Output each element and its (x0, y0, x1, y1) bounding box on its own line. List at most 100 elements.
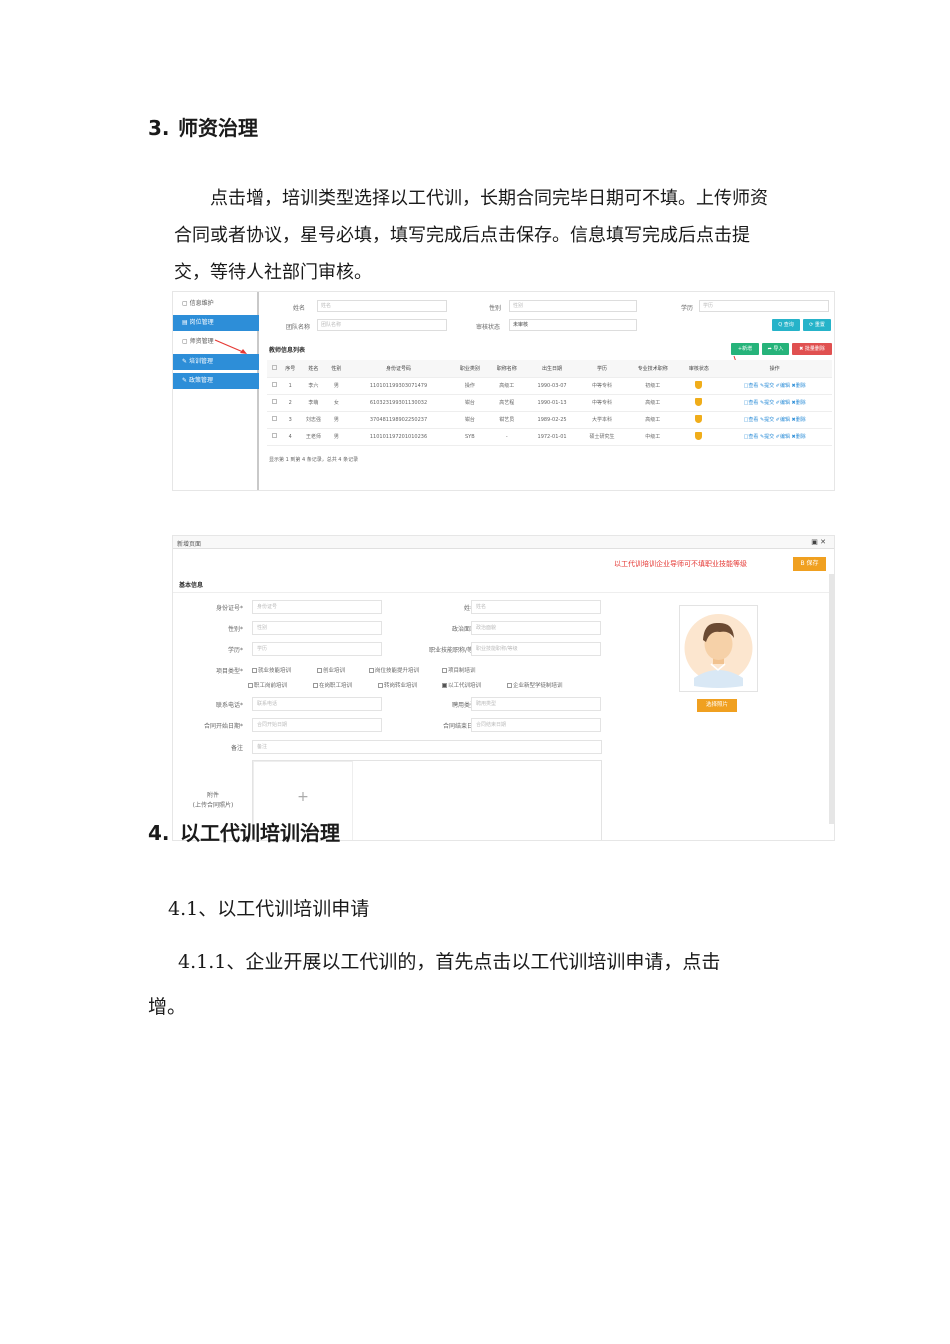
row-actions[interactable]: □查看 ✎提交 ✐编辑 ✖删除 (717, 377, 832, 395)
sidebar: ▢ 信息维护 ▤ 岗位管理 ▢ 师资管理 ✎ 培训管理 ✎ 政策管理 (173, 292, 259, 490)
field-label: 政治面貌* (451, 626, 479, 633)
select-all-checkbox[interactable] (271, 364, 277, 370)
column-header: 职称名称 (488, 360, 526, 378)
shield-icon (695, 414, 703, 423)
row-checkbox[interactable] (271, 433, 277, 438)
add-teacher-form-screenshot: 新增页面 ▣ ✕ 以工代训培训企业导师可不填职业技能等级 B 保存 基本信息 身… (172, 535, 835, 841)
filter-label: 学历 (681, 305, 694, 312)
name-input[interactable]: 姓名 (471, 600, 601, 614)
paragraph-line: 点击增，培训类型选择以工代训，长期合同完毕日期可不填。上传师资 (210, 188, 768, 209)
status-filter-select[interactable]: 未审核 (509, 319, 637, 331)
edu-filter-select[interactable]: 学历 (699, 300, 829, 312)
type-checkbox[interactable]: 转岗转业培训 (378, 681, 417, 689)
name-filter-input[interactable]: 姓名 (317, 300, 447, 312)
filter-label: 性别 (489, 305, 502, 312)
main-panel: 姓名 姓名 性别 性别 学历 学历 团队名称 团队名称 审核状态 未审核 Q 查… (261, 292, 834, 490)
row-checkbox[interactable] (271, 416, 277, 421)
sidebar-item[interactable]: ✎ 培训管理 (173, 354, 259, 370)
section-title: 师资治理 (178, 116, 258, 140)
table-footer: 显示第 1 到第 4 条记录，总共 4 条记录 (269, 457, 359, 463)
table-row: 1 李六男 110101199303071479 操作 高级工 1990-03-07 中等专… (267, 377, 832, 395)
avatar-icon (684, 614, 753, 688)
politics-select[interactable]: 政治面貌 (471, 621, 601, 635)
field-label: 聘用类型* (451, 702, 479, 709)
column-header: 姓名 (299, 360, 328, 378)
window-titlebar: 新增页面 ▣ ✕ (173, 536, 834, 549)
list-title: 教师信息列表 (269, 347, 306, 354)
type-checkbox-checked[interactable]: 以工代训培训 (442, 681, 481, 689)
column-header: 操作 (717, 360, 832, 378)
section-title: 基本信息 (179, 582, 204, 589)
sidebar-item[interactable]: ✎ 政策管理 (173, 373, 259, 389)
shield-icon (695, 380, 703, 389)
column-header: 学历 (578, 360, 626, 378)
org-filter-select[interactable]: 团队名称 (317, 319, 447, 331)
type-checkbox[interactable]: 创业培训 (317, 666, 345, 674)
row-actions[interactable]: □查看 ✎提交 ✐编辑 ✖删除 (717, 411, 832, 429)
education-select[interactable]: 学历 (252, 642, 382, 656)
field-hint: (上传合同照片) (192, 802, 234, 809)
table-row: 3 刘志强男 370481198902250237 钳台 钳艺员 1989-02-25 大学… (267, 411, 832, 429)
row-actions[interactable]: □查看 ✎提交 ✐编辑 ✖删除 (717, 394, 832, 412)
field-label: 姓名* (403, 603, 479, 612)
column-header: 出生日期 (525, 360, 579, 378)
column-header: 序号 (281, 360, 300, 378)
section-3-paragraph: 点击增，培训类型选择以工代训，长期合同完毕日期可不填。上传师资 合同或者协议，星… (174, 180, 814, 291)
field-label: 附件 (206, 792, 219, 799)
column-header: 专业技术职称 (625, 360, 681, 378)
gender-select[interactable]: 性别 (252, 621, 382, 635)
search-button[interactable]: Q 查询 (772, 319, 800, 331)
gender-filter-select[interactable]: 性别 (509, 300, 637, 312)
contract-end-date-input[interactable]: 合同结束日期 (471, 718, 601, 732)
phone-input[interactable]: 联系电话 (252, 697, 382, 711)
section-number: 3. (148, 116, 170, 140)
table-header-row: 序号 姓名 性别 身份证号码 职业类别 职称名称 出生日期 学历 专业技术职称 … (267, 360, 832, 378)
column-header: 职业类别 (451, 360, 489, 378)
field-label: 合同开始日期* (203, 723, 243, 730)
avatar-frame (679, 605, 758, 692)
subsection-paragraph: 4.1.1、企业开展以工代训的，首先点击以工代训培训申请，点击 增。 (148, 940, 818, 1030)
subsection-heading: 4.1、以工代训培训申请 (168, 898, 370, 920)
table-row: 2 李萌女 610323199301130032 钳台 高艺程 1990-01-13 中等专… (267, 394, 832, 412)
sidebar-item[interactable]: ▢ 信息维护 (173, 296, 259, 312)
add-button[interactable]: +新增 (731, 343, 759, 355)
row-actions[interactable]: □查看 ✎提交 ✐编辑 ✖删除 (717, 428, 832, 446)
row-checkbox[interactable] (271, 399, 277, 404)
batch-delete-button[interactable]: ✖ 批量删除 (792, 343, 832, 355)
window-title: 新增页面 (177, 541, 202, 548)
type-checkbox[interactable]: 就业技能培训 (252, 666, 291, 674)
id-number-input[interactable]: 身份证号 (252, 600, 382, 614)
type-checkbox[interactable]: 项目制培训 (442, 666, 476, 674)
type-checkbox[interactable]: 在岗职工培训 (313, 681, 352, 689)
field-label: 身份证号* (215, 605, 243, 612)
paragraph-line: 增。 (148, 996, 187, 1018)
teacher-table: 序号 姓名 性别 身份证号码 职业类别 职称名称 出生日期 学历 专业技术职称 … (267, 360, 832, 446)
field-label: 联系电话* (215, 702, 243, 709)
skill-level-select[interactable]: 职业技能职称/等级 (471, 642, 601, 656)
contract-start-date-input[interactable]: 合同开始日期 (252, 718, 382, 732)
save-button[interactable]: B 保存 (793, 557, 826, 571)
window-controls[interactable]: ▣ ✕ (811, 538, 826, 546)
section-4-heading: 4. 以工代训培训治理 (148, 817, 340, 846)
field-label: 性别* (227, 626, 243, 633)
scrollbar[interactable] (829, 574, 834, 824)
note-input[interactable]: 备注 (252, 740, 602, 754)
section-title: 以工代训培训治理 (180, 821, 340, 845)
type-checkbox[interactable]: 职工岗前培训 (248, 681, 287, 689)
choose-photo-button[interactable]: 选择照片 (697, 699, 737, 712)
field-label: 合同结束日期 (442, 723, 479, 730)
column-header: 身份证号码 (345, 360, 452, 378)
sidebar-item[interactable]: ▤ 岗位管理 (173, 315, 259, 331)
divider (173, 592, 829, 593)
field-label: 备注 (230, 745, 243, 752)
row-checkbox[interactable] (271, 382, 277, 387)
table-row: 4 王老师男 110101197201010236 SYB -1972-01-01 硕士研… (267, 428, 832, 446)
hire-type-select[interactable]: 聘用类型 (471, 697, 601, 711)
import-button[interactable]: ➦ 导入 (762, 343, 789, 355)
type-checkbox[interactable]: 企业新型学徒制培训 (507, 681, 563, 689)
reset-button[interactable]: ⟳ 重置 (803, 319, 831, 331)
field-label: 项目类型* (215, 668, 243, 675)
filter-label: 审核状态 (476, 324, 501, 331)
shield-icon (695, 397, 703, 406)
type-checkbox[interactable]: 岗位技能提升培训 (369, 666, 419, 674)
